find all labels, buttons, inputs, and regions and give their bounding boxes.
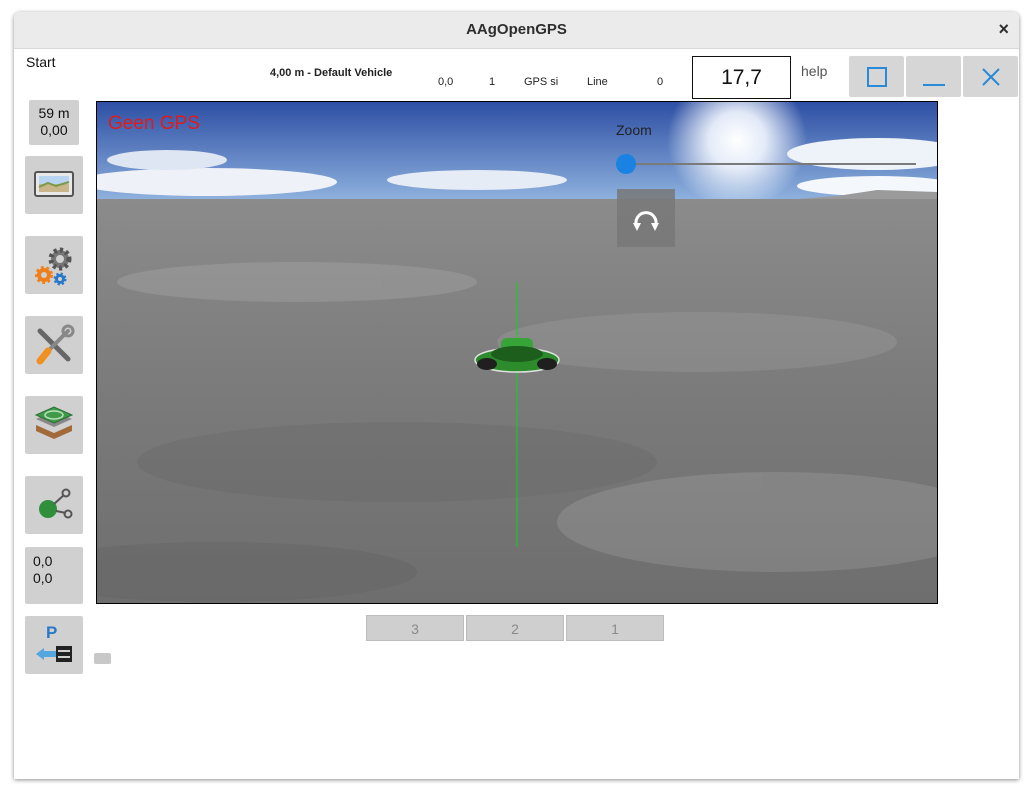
parking-button[interactable]: P <box>25 616 83 674</box>
svg-text:P: P <box>46 623 57 642</box>
window-close-button[interactable]: × <box>998 19 1009 40</box>
help-link[interactable]: help <box>801 63 827 79</box>
rotate-view-button[interactable] <box>617 189 675 247</box>
field-button[interactable] <box>25 156 83 214</box>
tab-3[interactable]: 3 <box>366 615 464 641</box>
ab-line-icon <box>39 488 73 519</box>
zoom-label: Zoom <box>616 122 652 138</box>
app-window: AAgOpenGPS × Start 4,00 m - Default Vehi… <box>14 12 1019 779</box>
speed-display: 17,7 <box>692 56 791 99</box>
tools-icon <box>36 324 75 365</box>
3d-field-view[interactable]: Geen GPS Zoom <box>96 101 938 604</box>
field-scene <box>97 102 937 603</box>
exit-button[interactable] <box>963 56 1018 97</box>
start-menu[interactable]: Start <box>26 54 56 70</box>
title-bar: AAgOpenGPS × <box>14 12 1019 49</box>
zoom-slider[interactable] <box>616 153 916 174</box>
top-value-c: 0 <box>657 76 664 88</box>
top-value-b: 1 <box>489 76 496 88</box>
close-icon <box>981 67 1000 86</box>
tab-2[interactable]: 2 <box>466 615 564 641</box>
zoom-slider-handle[interactable] <box>616 154 636 174</box>
layers-button[interactable] <box>25 396 83 454</box>
tab-1[interactable]: 1 <box>566 615 664 641</box>
settings-gears-icon <box>35 247 72 286</box>
distance-bottom: 0,00 <box>40 122 68 138</box>
settings-button[interactable] <box>25 236 83 294</box>
rotate-icon <box>633 211 659 231</box>
coords-bottom: 0,0 <box>33 570 53 586</box>
collapse-handle[interactable] <box>94 653 111 664</box>
zoom-slider-track <box>616 163 916 165</box>
tools-button[interactable] <box>25 316 83 374</box>
ab-line-button[interactable] <box>25 476 83 534</box>
gps-label: GPS si <box>524 76 559 88</box>
window-title: AAgOpenGPS <box>466 21 567 38</box>
maximize-button[interactable] <box>849 56 904 97</box>
coordinates-box: 0,0 0,0 <box>25 547 83 604</box>
coords-top: 0,0 <box>33 553 53 569</box>
gps-status: Geen GPS <box>108 113 200 134</box>
distance-box: 59 m 0,00 <box>29 100 79 145</box>
minimize-icon <box>922 83 945 86</box>
distance-top: 59 m <box>38 105 70 121</box>
parking-icon: P <box>36 623 72 662</box>
vehicle-label[interactable]: 4,00 m - Default Vehicle <box>270 67 392 79</box>
field-map-icon <box>34 171 74 197</box>
minimize-button[interactable] <box>906 56 961 97</box>
line-label: Line <box>587 76 608 88</box>
layers-icon <box>34 406 74 439</box>
top-value-a: 0,0 <box>438 76 454 88</box>
maximize-icon <box>866 66 887 87</box>
